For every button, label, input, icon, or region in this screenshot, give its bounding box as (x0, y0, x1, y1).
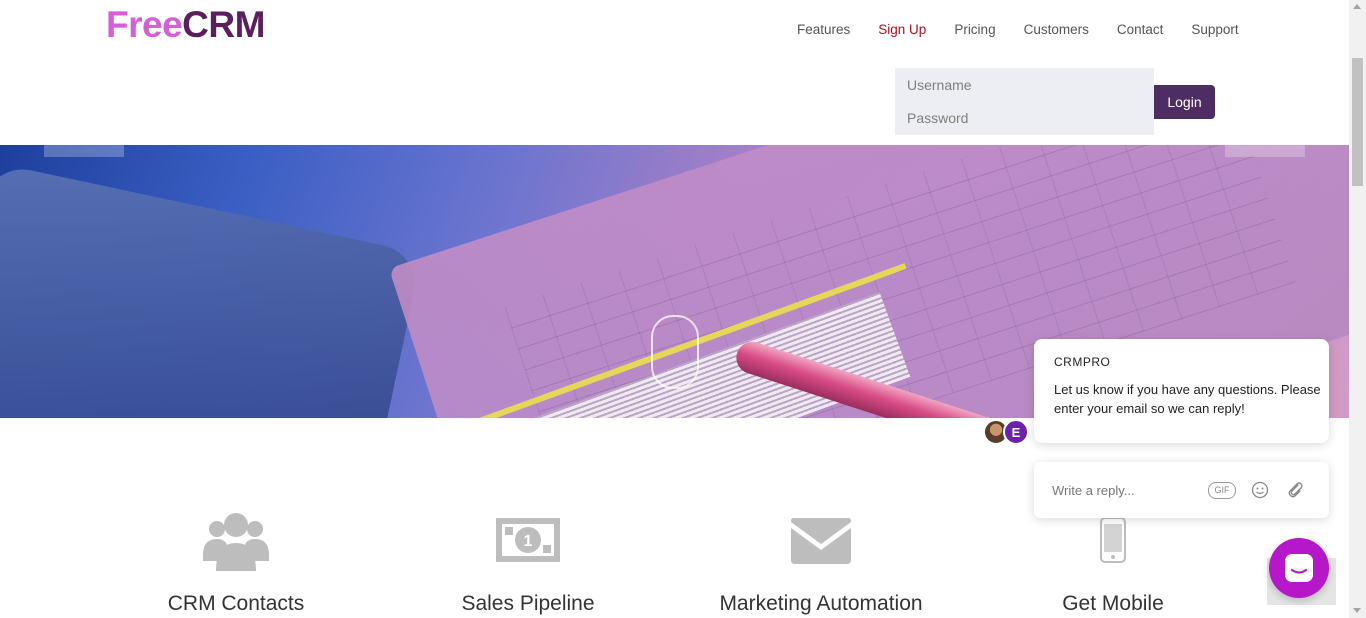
chat-message-text: Let us know if you have any questions. P… (1054, 382, 1321, 416)
feature-title-marketing-automation: Marketing Automation (719, 592, 923, 615)
nav-pricing[interactable]: Pricing (940, 22, 1009, 37)
carousel-next-control[interactable] (1225, 145, 1305, 157)
login-form (895, 68, 1154, 135)
nav-contact[interactable]: Contact (1103, 22, 1178, 37)
password-input[interactable] (895, 101, 1149, 134)
login-button[interactable]: Login (1154, 85, 1215, 119)
scroll-down-arrow-icon[interactable] (1353, 608, 1361, 613)
chat-launcher-button[interactable] (1269, 538, 1329, 598)
users-icon (91, 505, 381, 575)
feature-title-sales-pipeline: Sales Pipeline (461, 592, 595, 615)
nav-sign-up[interactable]: Sign Up (864, 22, 940, 37)
freecrm-logo[interactable]: FreeCRM (106, 4, 265, 46)
nav-support[interactable]: Support (1177, 22, 1252, 37)
feature-title-get-mobile: Get Mobile (1062, 592, 1164, 615)
logo-part-crm: CRM (182, 4, 265, 45)
feature-title-crm-contacts: CRM Contacts (167, 592, 305, 615)
feature-sales-pipeline[interactable]: 1 Sales Pipeline (383, 505, 673, 616)
feature-marketing-automation[interactable]: Marketing Automation (676, 505, 966, 616)
chat-message-bubble: CRMPRO Let us know if you have any quest… (1034, 339, 1329, 443)
scrollbar-thumb[interactable] (1352, 58, 1363, 186)
logo-part-free: Free (106, 4, 183, 45)
chat-avatars: E (983, 419, 1029, 445)
envelope-icon (676, 505, 966, 575)
feature-crm-contacts[interactable]: CRM Contacts (91, 505, 381, 616)
feature-get-mobile[interactable]: Get Mobile (968, 505, 1258, 616)
scroll-up-arrow-icon[interactable] (1353, 4, 1361, 9)
nav-features[interactable]: Features (783, 22, 864, 37)
page-scrollbar[interactable] (1349, 0, 1366, 618)
scroll-down-mouse-icon[interactable] (651, 315, 699, 389)
carousel-prev-control[interactable] (44, 145, 124, 157)
agent-avatar-letter: E (1003, 419, 1029, 445)
paperclip-icon[interactable] (1286, 481, 1304, 499)
chat-brand-name: CRMPRO (1054, 355, 1111, 369)
chat-reply-input[interactable] (1050, 478, 1204, 502)
chat-icon (1285, 554, 1313, 582)
chat-reply-box: GIF (1034, 462, 1329, 518)
main-nav: Features Sign Up Pricing Customers Conta… (783, 22, 1253, 37)
nav-customers[interactable]: Customers (1010, 22, 1103, 37)
svg-text:1: 1 (524, 533, 533, 550)
gif-button[interactable]: GIF (1208, 482, 1236, 499)
money-icon: 1 (383, 505, 673, 575)
emoji-icon[interactable] (1251, 481, 1269, 499)
hero-phone-shape (0, 162, 423, 418)
username-input[interactable] (895, 68, 1149, 101)
